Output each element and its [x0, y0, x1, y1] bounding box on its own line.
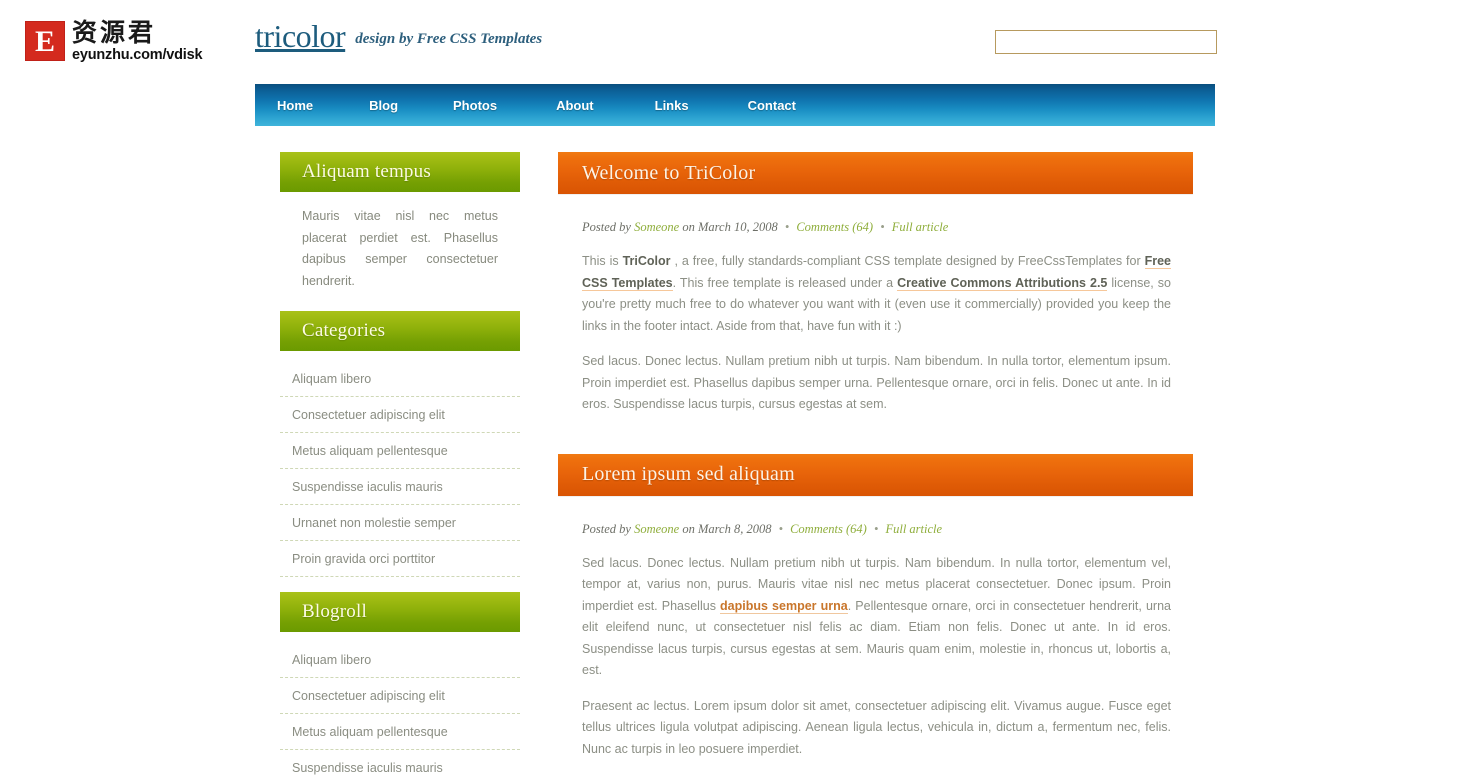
post-date: on March 8, 2008 [682, 521, 772, 536]
category-link[interactable]: Metus aliquam pellentesque [292, 444, 448, 458]
posted-by-label: Posted by [582, 220, 631, 234]
site-title[interactable]: tricolor [255, 18, 346, 55]
widget-header: Categories [280, 311, 520, 351]
post-title: Lorem ipsum sed aliquam [582, 463, 795, 485]
widget-body: Mauris vitae nisl nec metus placerat per… [280, 192, 520, 296]
nav-link-contact[interactable]: Contact [748, 98, 796, 113]
nav-item-home[interactable]: Home [277, 84, 313, 126]
post-body: This is TriColor , a free, fully standar… [558, 235, 1193, 416]
widget-paragraph: Mauris vitae nisl nec metus placerat per… [302, 209, 498, 288]
text-fragment: This is [582, 254, 623, 268]
category-link[interactable]: Proin gravida orci porttitor [292, 552, 435, 566]
blogroll-list: Aliquam libero Consectetuer adipiscing e… [280, 642, 520, 780]
list-item[interactable]: Aliquam libero [280, 642, 520, 678]
post-meta: Posted by Someone on March 8, 2008 • Com… [558, 496, 1193, 537]
logo-text-block: 资源君 eyunzhu.com/vdisk [72, 18, 203, 64]
widget-body: Aliquam libero Consectetuer adipiscing e… [280, 632, 520, 780]
list-item[interactable]: Suspendisse iaculis mauris [280, 750, 520, 780]
blogroll-link[interactable]: Aliquam libero [292, 653, 371, 667]
nav-item-blog[interactable]: Blog [369, 84, 398, 126]
post-header: Lorem ipsum sed aliquam [558, 453, 1193, 496]
list-item[interactable]: Aliquam libero [280, 361, 520, 397]
post-paragraph: Sed lacus. Donec lectus. Nullam pretium … [582, 354, 1171, 411]
post-author-link[interactable]: Someone [634, 220, 679, 234]
post-title: Welcome to TriColor [582, 161, 756, 184]
posted-by-label: Posted by [582, 521, 631, 536]
widget-blogroll: Blogroll Aliquam libero Consectetuer adi… [280, 592, 520, 780]
list-item[interactable]: Metus aliquam pellentesque [280, 714, 520, 750]
post-author-link[interactable]: Someone [634, 522, 679, 536]
meta-separator-dot: • [784, 220, 790, 234]
post-comments-link[interactable]: Comments (64) [796, 220, 873, 234]
logo-letter: E [30, 25, 60, 57]
dapibus-semper-urna-link[interactable]: dapibus semper urna [720, 598, 848, 614]
search-input[interactable] [995, 30, 1217, 54]
categories-list: Aliquam libero Consectetuer adipiscing e… [280, 361, 520, 577]
meta-separator-dot: • [873, 521, 879, 536]
list-item[interactable]: Proin gravida orci porttitor [280, 541, 520, 577]
site-tagline: design by Free CSS Templates [355, 31, 543, 47]
main-content: Welcome to TriColor Posted by Someone on… [558, 152, 1193, 780]
page-root: E 资源君 eyunzhu.com/vdisk tricolor design b… [0, 0, 1470, 780]
list-item[interactable]: Consectetuer adipiscing elit [280, 678, 520, 714]
nav-link-home[interactable]: Home [277, 98, 313, 113]
nav-link-photos[interactable]: Photos [453, 98, 497, 113]
post-paragraph: Praesent ac lectus. Lorem ipsum dolor si… [582, 698, 1171, 756]
blogroll-link[interactable]: Metus aliquam pellentesque [292, 725, 448, 739]
nav-link-blog[interactable]: Blog [369, 98, 398, 113]
list-item[interactable]: Consectetuer adipiscing elit [280, 397, 520, 433]
category-link[interactable]: Urnanet non molestie semper [292, 516, 456, 530]
list-item[interactable]: Urnanet non molestie semper [280, 505, 520, 541]
eyunzhu-logo-icon: E [25, 21, 65, 61]
post-header: Welcome to TriColor [558, 152, 1193, 194]
nav-link-links[interactable]: Links [655, 98, 689, 113]
list-item[interactable]: Suspendisse iaculis mauris [280, 469, 520, 505]
post-body: Sed lacus. Donec lectus. Nullam pretium … [558, 537, 1193, 761]
nav-item-photos[interactable]: Photos [453, 84, 497, 126]
post-full-article-link[interactable]: Full article [892, 220, 949, 234]
post-comments-link[interactable]: Comments (64) [790, 522, 867, 536]
widget-title: Categories [302, 320, 386, 341]
post-date: on March 10, 2008 [682, 220, 778, 234]
widget-header: Blogroll [280, 592, 520, 632]
nav-link-about[interactable]: About [556, 98, 594, 113]
post-paragraph: This is TriColor , a free, fully standar… [582, 251, 1171, 337]
main-navigation: Home Blog Photos About Links Contact [255, 84, 1215, 126]
post-full-article-link[interactable]: Full article [885, 522, 942, 536]
site-watermark-logo: E 资源君 eyunzhu.com/vdisk [25, 20, 255, 80]
widget-categories: Categories Aliquam libero Consectetuer a… [280, 311, 520, 577]
nav-item-contact[interactable]: Contact [748, 84, 796, 126]
creative-commons-link[interactable]: Creative Commons Attributions 2.5 [897, 275, 1108, 291]
search-form[interactable] [995, 30, 1217, 54]
logo-row: E 资源君 eyunzhu.com/vdisk [25, 20, 255, 64]
category-link[interactable]: Suspendisse iaculis mauris [292, 480, 443, 494]
category-link[interactable]: Consectetuer adipiscing elit [292, 408, 445, 422]
category-link[interactable]: Aliquam libero [292, 372, 371, 386]
text-fragment: , a free, fully standards-compliant CSS … [670, 254, 1145, 268]
logo-chinese-text: 资源君 [72, 18, 157, 47]
nav-item-about[interactable]: About [556, 84, 594, 126]
post-meta: Posted by Someone on March 10, 2008 • Co… [558, 194, 1193, 235]
text-fragment: . This free template is released under a [672, 275, 898, 290]
widget-aliquam-tempus: Aliquam tempus Mauris vitae nisl nec met… [280, 152, 520, 296]
post-lorem-ipsum-sed-aliquam: Lorem ipsum sed aliquam Posted by Someon… [558, 453, 1193, 761]
post-paragraph: Sed lacus. Donec lectus. Nullam pretium … [582, 553, 1171, 682]
list-item[interactable]: Metus aliquam pellentesque [280, 433, 520, 469]
post-welcome-to-tricolor: Welcome to TriColor Posted by Someone on… [558, 152, 1193, 416]
widget-header: Aliquam tempus [280, 152, 520, 192]
widget-title: Aliquam tempus [302, 161, 431, 182]
nav-list: Home Blog Photos About Links Contact [255, 84, 1215, 126]
sidebar: Aliquam tempus Mauris vitae nisl nec met… [280, 152, 520, 780]
meta-separator-dot: • [778, 521, 783, 536]
post-emphasis: TriColor [622, 254, 671, 268]
nav-item-links[interactable]: Links [655, 84, 689, 126]
widget-title: Blogroll [302, 601, 367, 622]
widget-body: Aliquam libero Consectetuer adipiscing e… [280, 351, 520, 577]
meta-separator-dot: • [880, 220, 885, 234]
blogroll-link[interactable]: Suspendisse iaculis mauris [292, 761, 443, 775]
blogroll-link[interactable]: Consectetuer adipiscing elit [292, 689, 445, 703]
logo-url-text: eyunzhu.com/vdisk [72, 47, 203, 63]
